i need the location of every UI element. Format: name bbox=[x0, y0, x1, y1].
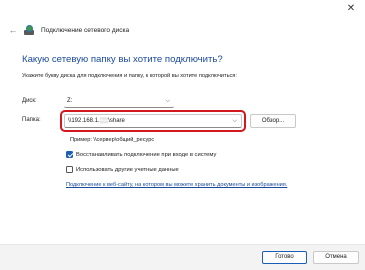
map-network-drive-dialog: ✕ ← Подключение сетевого диска Какую сет… bbox=[0, 0, 365, 270]
drive-label: Диск: bbox=[22, 98, 37, 104]
folder-path-masked: ▒▒ bbox=[99, 118, 109, 124]
folder-path-suffix: \share bbox=[108, 118, 125, 124]
other-credentials-label: Использовать другие учетные данные bbox=[76, 166, 179, 173]
close-icon[interactable]: ✕ bbox=[343, 2, 359, 16]
folder-path-input[interactable]: \\192.168.1.▒▒\share ⌵ bbox=[64, 114, 242, 128]
chevron-down-icon: ⌵ bbox=[165, 98, 170, 104]
drive-letter-select[interactable]: Z: ⌵ bbox=[64, 96, 174, 108]
browse-button[interactable]: Обзор... bbox=[250, 114, 296, 128]
folder-path-prefix: \\192.168.1. bbox=[68, 118, 100, 124]
other-credentials-checkbox-row[interactable]: Использовать другие учетные данные bbox=[66, 166, 179, 173]
drive-letter-value: Z: bbox=[67, 98, 73, 104]
cancel-button[interactable]: Отмена bbox=[313, 251, 359, 264]
chevron-down-icon[interactable]: ⌵ bbox=[232, 115, 237, 128]
reconnect-checkbox[interactable] bbox=[66, 151, 73, 158]
reconnect-label: Восстанавливать подключение при входе в … bbox=[76, 151, 217, 158]
back-arrow-icon[interactable]: ← bbox=[8, 25, 18, 35]
reconnect-checkbox-row[interactable]: Восстанавливать подключение при входе в … bbox=[66, 151, 216, 158]
dialog-footer bbox=[0, 244, 365, 270]
page-heading: Какую сетевую папку вы хотите подключить… bbox=[22, 54, 223, 65]
page-instructions: Укажите букву диска для подключения и па… bbox=[22, 73, 237, 79]
finish-button[interactable]: Готово bbox=[262, 251, 307, 264]
path-example: Пример: \\сервер\общий_ресурс bbox=[70, 137, 155, 143]
folder-label: Папка: bbox=[22, 117, 41, 123]
other-credentials-checkbox[interactable] bbox=[66, 166, 73, 173]
website-connect-link[interactable]: Подключение к веб-сайту, на котором вы м… bbox=[66, 182, 287, 188]
dialog-title: Подключение сетевого диска bbox=[41, 26, 130, 34]
dialog-header: ← Подключение сетевого диска bbox=[8, 23, 129, 37]
network-drive-icon bbox=[24, 24, 35, 36]
